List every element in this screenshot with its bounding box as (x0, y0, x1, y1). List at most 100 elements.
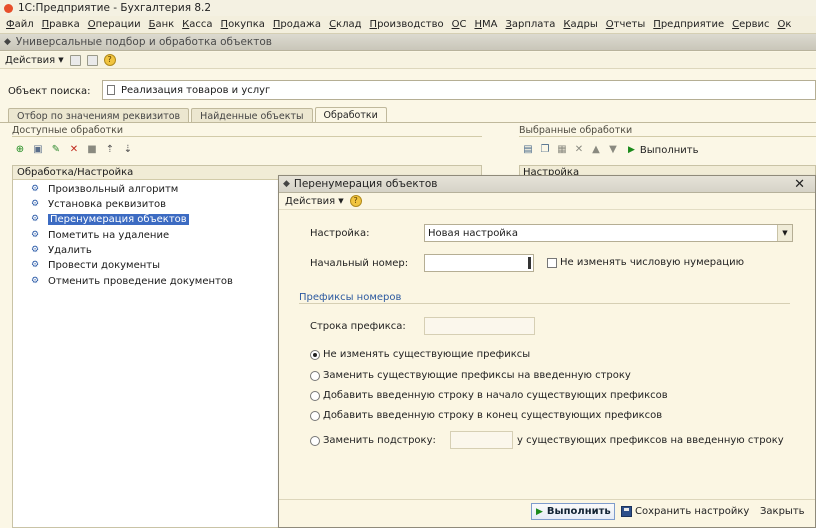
substring-input[interactable] (450, 431, 513, 449)
add-icon[interactable]: ⊕ (14, 144, 26, 156)
move-up-icon[interactable]: ⇡ (104, 144, 116, 156)
tree-item-unpost[interactable]: ⚙ Отменить проведение документов (31, 274, 233, 288)
chevron-down-icon[interactable]: ▼ (777, 225, 792, 241)
copy-icon[interactable]: ▣ (32, 144, 44, 156)
row-up-icon[interactable]: ▲ (590, 144, 602, 156)
edit-icon[interactable]: ✎ (50, 144, 62, 156)
menu-reports[interactable]: Отчеты (602, 19, 649, 30)
dialog-actions-button[interactable]: Действия ▼ (282, 196, 347, 207)
prefix-group-divider (299, 303, 790, 304)
save-settings-label: Сохранить настройку (635, 506, 750, 517)
processing-icon: ⚙ (31, 229, 40, 240)
radio-append-prefix[interactable] (310, 411, 320, 421)
run-button-label: Выполнить (546, 506, 611, 517)
close-button[interactable]: Закрыть (760, 503, 805, 520)
radio-prepend-prefix[interactable] (310, 391, 320, 401)
tree-item-label: Провести документы (48, 259, 160, 271)
menu-fixed-assets[interactable]: ОС (448, 19, 471, 30)
tab-processing[interactable]: Обработки (314, 107, 387, 123)
row-down-icon[interactable]: ▼ (607, 144, 619, 156)
menu-edit[interactable]: Правка (38, 19, 84, 30)
menu-intangibles[interactable]: НМА (470, 19, 501, 30)
tree-item-label: Удалить (48, 244, 92, 256)
menu-purchase[interactable]: Покупка (217, 19, 269, 30)
prefix-string-label: Строка префикса: (310, 321, 406, 332)
radio-append-prefix-label: Добавить введенную строку в конец сущест… (323, 410, 663, 421)
tree-item-mark-delete[interactable]: ⚙ Пометить на удаление (31, 228, 169, 242)
main-menu: Файл Правка Операции Банк Касса Покупка … (0, 16, 816, 34)
start-number-input[interactable] (424, 254, 534, 272)
app-title: 1С:Предприятие - Бухгалтерия 8.2 (18, 2, 212, 14)
actions-menu-button[interactable]: Действия ▼ (2, 55, 67, 66)
dialog-titlebar: ◆ Перенумерация объектов ✕ (279, 176, 815, 193)
save-settings-button[interactable]: Сохранить настройку (621, 503, 749, 520)
tree-item-delete[interactable]: ⚙ Удалить (31, 243, 92, 257)
add-row-icon[interactable]: ▤ (522, 144, 534, 156)
help-icon[interactable]: ? (349, 195, 362, 207)
menu-operations[interactable]: Операции (84, 19, 145, 30)
play-icon: ▶ (628, 145, 635, 155)
menu-hr[interactable]: Кадры (559, 19, 601, 30)
selected-toolbar: ▤ ❐ ▦ ✕ ▲ ▼ ▶ Выполнить (522, 143, 698, 157)
processing-icon: ⚙ (31, 259, 40, 270)
tree-item-label: Перенумерация объектов (48, 213, 189, 225)
menu-warehouse[interactable]: Склад (325, 19, 365, 30)
menu-salary[interactable]: Зарплата (501, 19, 559, 30)
menu-file[interactable]: Файл (2, 19, 38, 30)
selected-run-button[interactable]: ▶ Выполнить (628, 145, 698, 156)
delete-row-icon[interactable]: ✕ (573, 144, 585, 156)
processing-icon: ⚙ (31, 275, 40, 286)
find-icon[interactable] (86, 54, 98, 66)
help-icon[interactable]: ? (103, 54, 116, 66)
dialog-title: Перенумерация объектов (293, 178, 438, 190)
tab-found-objects[interactable]: Найденные объекты (191, 108, 313, 123)
run-button[interactable]: ▶ Выполнить (531, 503, 615, 520)
start-number-label: Начальный номер: (310, 258, 409, 269)
menu-enterprise[interactable]: Предприятие (649, 19, 728, 30)
delete-icon[interactable]: ✕ (68, 144, 80, 156)
radio-replace-substring-label: Заменить подстроку: (323, 435, 436, 446)
actions-label: Действия (5, 54, 56, 66)
tree-item-renumber[interactable]: ⚙ Перенумерация объектов (31, 212, 189, 226)
app-logo-icon (4, 3, 13, 13)
radio-replace-substring[interactable] (310, 436, 320, 446)
tree-item-arbitrary[interactable]: ⚙ Произвольный алгоритм (31, 182, 178, 196)
chevron-down-icon: ▼ (58, 56, 64, 64)
tree-item-label: Установка реквизитов (48, 198, 167, 210)
radio-prepend-prefix-label: Добавить введенную строку в начало сущес… (323, 390, 668, 401)
tree-item-label: Произвольный алгоритм (48, 183, 179, 195)
setting-value: Новая настройка (428, 227, 518, 239)
close-icon[interactable]: ✕ (794, 177, 805, 192)
setting-select[interactable]: Новая настройка ▼ (424, 224, 793, 242)
menu-bank[interactable]: Банк (145, 19, 179, 30)
radio-replace-prefixes[interactable] (310, 371, 320, 381)
dialog-actions-label: Действия (285, 195, 336, 207)
tree-item-set-attributes[interactable]: ⚙ Установка реквизитов (31, 197, 166, 211)
menu-production[interactable]: Производство (366, 19, 448, 30)
menu-windows[interactable]: Ок (773, 19, 795, 30)
group-icon[interactable]: ■ (86, 144, 98, 156)
menu-service[interactable]: Сервис (728, 19, 773, 30)
keep-numbering-checkbox[interactable] (547, 258, 557, 268)
tree-item-label: Пометить на удаление (48, 229, 170, 241)
search-object-label: Объект поиска: (8, 86, 91, 97)
chevron-down-icon: ▼ (338, 197, 344, 205)
processing-icon: ⚙ (31, 198, 40, 209)
search-object-field[interactable]: Реализация товаров и услуг (102, 80, 816, 100)
copy-row-icon[interactable]: ❐ (539, 144, 551, 156)
tree-item-post[interactable]: ⚙ Провести документы (31, 258, 160, 272)
prefix-string-input[interactable] (424, 317, 535, 335)
dialog-button-bar: ▶ Выполнить Сохранить настройку Закрыть (279, 499, 815, 527)
radio-keep-prefixes[interactable] (310, 350, 320, 360)
menu-sale[interactable]: Продажа (269, 19, 325, 30)
edit-row-icon[interactable]: ▦ (556, 144, 568, 156)
move-down-icon[interactable]: ⇣ (122, 144, 134, 156)
open-form-icon[interactable] (69, 54, 81, 66)
tab-strip: Отбор по значениям реквизитов Найденные … (8, 107, 389, 123)
tab-filter[interactable]: Отбор по значениям реквизитов (8, 108, 190, 123)
available-toolbar: ⊕ ▣ ✎ ✕ ■ ⇡ ⇣ (14, 143, 140, 157)
window-toolbar: Действия ▼ ? (0, 52, 816, 69)
menu-cash[interactable]: Касса (178, 19, 216, 30)
renumber-dialog: ◆ Перенумерация объектов ✕ Действия ▼ ? … (278, 175, 816, 528)
radio-replace-prefixes-label: Заменить существующие префиксы на введен… (323, 370, 631, 381)
